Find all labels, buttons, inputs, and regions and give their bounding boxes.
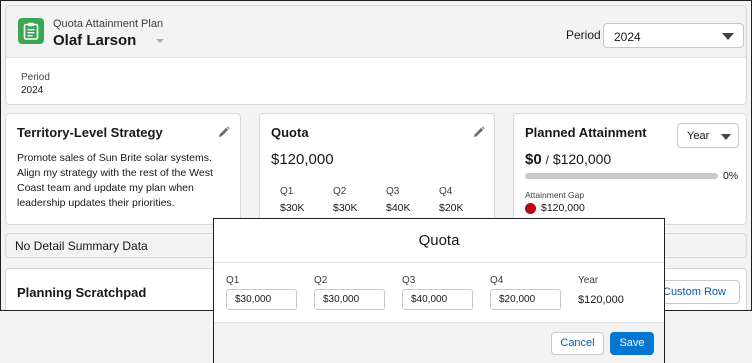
save-button[interactable]: Save <box>610 332 654 355</box>
quarter-item: Q4 $20K <box>439 186 464 214</box>
record-header: Quota Attainment Plan Olaf Larson Period… <box>5 5 747 105</box>
field-label: Q3 <box>402 275 416 286</box>
quota-input-q3[interactable] <box>402 289 473 310</box>
modal-header: Quota <box>214 219 664 263</box>
quarter-label: Q2 <box>333 186 347 197</box>
planned-amount: $0 <box>525 151 542 168</box>
object-type-label: Quota Attainment Plan <box>53 18 164 30</box>
year-value: $120,000 <box>578 294 624 306</box>
field-label: Q1 <box>226 275 240 286</box>
quarter-item: Q3 $40K <box>386 186 411 214</box>
quarter-label: Q3 <box>386 186 400 197</box>
card-title: Territory-Level Strategy <box>17 125 163 140</box>
progress-percent: 0% <box>723 170 739 182</box>
quarter-value: $30K <box>280 202 305 214</box>
quarter-value: $20K <box>439 202 464 214</box>
pencil-icon[interactable] <box>473 126 485 138</box>
button-label: Custom Row <box>663 286 726 298</box>
clipboard-icon <box>18 18 44 44</box>
section-title: Planning Scratchpad <box>17 285 147 300</box>
target-amount: $120,000 <box>552 151 612 167</box>
gap-value: $120,000 <box>541 202 585 214</box>
header-bar: Quota Attainment Plan Olaf Larson Period… <box>6 6 746 58</box>
field-label: Q4 <box>490 275 504 286</box>
dropdown-arrow-icon <box>721 134 731 140</box>
record-name: Olaf Larson <box>53 32 137 49</box>
quota-modal: Quota Q1 Q2 Q3 Q4 Year $120,000 Cancel S… <box>213 218 665 363</box>
modal-title: Quota <box>418 232 460 249</box>
cancel-button[interactable]: Cancel <box>551 332 604 355</box>
quota-field-q4: Q4 <box>490 275 561 310</box>
quota-input-q1[interactable] <box>226 289 297 310</box>
amount-separator: / <box>545 153 549 167</box>
period-select-value: 2024 <box>614 30 641 44</box>
period-field-value: 2024 <box>21 85 44 96</box>
quota-input-q2[interactable] <box>314 289 385 310</box>
dropdown-arrow-icon <box>722 33 734 40</box>
quota-total: $120,000 <box>271 151 334 168</box>
territory-strategy-card: Territory-Level Strategy Promote sales o… <box>5 113 241 225</box>
quarter-label: Q4 <box>439 186 453 197</box>
status-dot-icon <box>525 203 536 214</box>
quarter-value: $40K <box>386 202 411 214</box>
attainment-progress-bar <box>525 173 718 179</box>
summary-text: No Detail Summary Data <box>15 239 148 253</box>
add-custom-row-button[interactable]: Custom Row <box>652 280 740 304</box>
card-title: Quota <box>271 125 309 140</box>
period-field-label: Period <box>21 72 50 83</box>
card-title: Planned Attainment <box>525 125 647 140</box>
period-select-label: Period <box>566 28 601 42</box>
quota-field-q3: Q3 <box>402 275 473 310</box>
quota-field-q2: Q2 <box>314 275 385 310</box>
quota-field-q1: Q1 <box>226 275 297 310</box>
range-select[interactable]: Year <box>677 123 739 148</box>
quota-input-q4[interactable] <box>490 289 561 310</box>
chevron-down-icon[interactable] <box>155 36 165 46</box>
quarter-label: Q1 <box>280 186 294 197</box>
quarter-item: Q2 $30K <box>333 186 358 214</box>
modal-footer: Cancel Save <box>214 322 664 363</box>
planned-attainment-card: Planned Attainment Year $0 / $120,000 0%… <box>513 113 747 225</box>
field-label: Q2 <box>314 275 328 286</box>
range-select-value: Year <box>687 130 710 142</box>
quota-card: Quota $120,000 Q1 $30K Q2 $30K Q3 $40K Q… <box>259 113 495 225</box>
strategy-text: Promote sales of Sun Brite solar systems… <box>17 152 213 209</box>
gap-label: Attainment Gap <box>525 190 585 200</box>
quarter-item: Q1 $30K <box>280 186 305 214</box>
year-total: Year $120,000 <box>578 275 624 306</box>
planned-vs-target: $0 / $120,000 <box>525 151 611 168</box>
quarter-value: $30K <box>333 202 358 214</box>
year-label: Year <box>578 275 599 286</box>
pencil-icon[interactable] <box>218 126 230 138</box>
period-select[interactable]: 2024 <box>603 23 744 48</box>
